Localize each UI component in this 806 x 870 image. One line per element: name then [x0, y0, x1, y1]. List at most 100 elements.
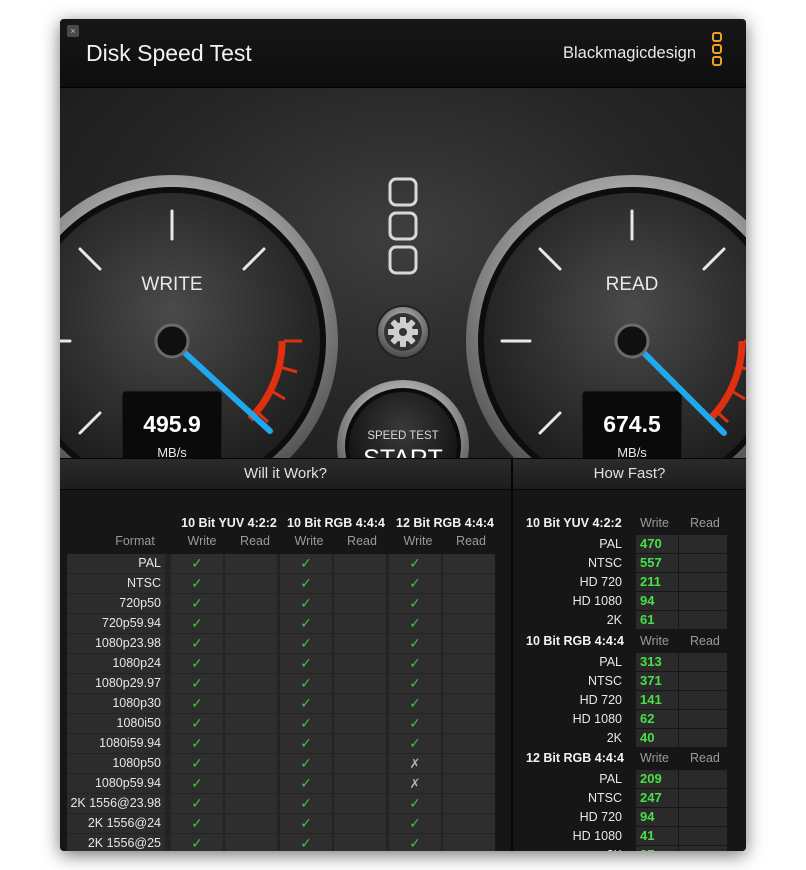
check-icon: ✓ [409, 735, 421, 751]
how-fast-row: HD 720 141 [526, 691, 736, 710]
result-cell: ✓ [389, 574, 441, 593]
read-gauge-label: READ [606, 274, 659, 295]
result-cell: ✓ [171, 774, 223, 793]
check-icon: ✓ [409, 575, 421, 591]
how-fast-read-value [679, 827, 727, 845]
table-row: 2K 1556@24 ✓ ✓ ✓ [67, 814, 495, 833]
app-window: × Disk Speed Test Blackmagicdesign WRITE… [60, 19, 746, 851]
result-cell: ✓ [280, 674, 332, 693]
check-icon: ✓ [191, 715, 203, 731]
result-cell: ✓ [171, 794, 223, 813]
how-fast-read-value [679, 592, 727, 610]
result-cell: ✓ [280, 834, 332, 851]
result-cell: ✓ [389, 634, 441, 653]
cross-icon: ✗ [409, 776, 421, 791]
result-cell: ✓ [389, 594, 441, 613]
result-cell [443, 754, 495, 773]
will-it-work-group-header: 12 Bit RGB 4:4:4 [396, 516, 494, 530]
result-cell: ✓ [171, 734, 223, 753]
blackmagic-logo-icon [712, 32, 722, 68]
table-row: NTSC ✓ ✓ ✓ [67, 574, 495, 593]
check-icon: ✓ [191, 615, 203, 631]
how-fast-read-header: Read [690, 751, 720, 765]
result-cell: ✓ [280, 574, 332, 593]
result-cell [225, 574, 277, 593]
result-cell: ✓ [280, 634, 332, 653]
how-fast-format-label: NTSC [587, 556, 622, 570]
table-row: 720p50 ✓ ✓ ✓ [67, 594, 495, 613]
check-icon: ✓ [300, 795, 312, 811]
result-cell [443, 794, 495, 813]
how-fast-write-value: 209 [636, 770, 678, 788]
result-cell [334, 614, 386, 633]
close-icon[interactable]: × [67, 25, 79, 37]
check-icon: ✓ [300, 595, 312, 611]
how-fast-group-header: 12 Bit RGB 4:4:4 [526, 751, 624, 765]
check-icon: ✓ [191, 655, 203, 671]
will-it-work-table: PAL ✓ ✓ ✓ NTSC ✓ ✓ ✓ 720p50 ✓ ✓ ✓ 720p59.94 ✓ ✓ ✓ 1080p2… [67, 554, 495, 851]
format-label: NTSC [67, 574, 165, 593]
check-icon: ✓ [300, 575, 312, 591]
result-cell: ✓ [280, 614, 332, 633]
check-icon: ✓ [300, 835, 312, 851]
result-cell: ✓ [171, 554, 223, 573]
how-fast-title: How Fast? [513, 459, 746, 490]
check-icon: ✓ [191, 675, 203, 691]
how-fast-format-label: 2K [526, 846, 622, 851]
result-cell: ✓ [280, 594, 332, 613]
will-it-work-group-header: 10 Bit YUV 4:2:2 [181, 516, 277, 530]
result-cell: ✓ [389, 814, 441, 833]
result-cell: ✓ [171, 594, 223, 613]
result-cell [225, 554, 277, 573]
result-cell: ✓ [171, 634, 223, 653]
check-icon: ✓ [300, 635, 312, 651]
check-icon: ✓ [409, 835, 421, 851]
result-cell [443, 574, 495, 593]
format-label: 2K 1556@24 [67, 814, 165, 833]
result-cell: ✓ [171, 654, 223, 673]
check-icon: ✓ [191, 815, 203, 831]
how-fast-row: HD 720 211 [526, 573, 736, 592]
result-cell [225, 734, 277, 753]
how-fast-format-label: HD 1080 [572, 712, 622, 726]
table-row: 2K 1556@23.98 ✓ ✓ ✓ [67, 794, 495, 813]
check-icon: ✓ [300, 615, 312, 631]
check-icon: ✓ [300, 775, 312, 791]
how-fast-read-value [679, 611, 727, 629]
settings-button[interactable] [376, 305, 430, 359]
how-fast-format-label: PAL [599, 537, 622, 551]
how-fast-write-value: 557 [636, 554, 678, 572]
how-fast-read-value [679, 672, 727, 690]
table-row: 1080p24 ✓ ✓ ✓ [67, 654, 495, 673]
how-fast-read-value [679, 691, 727, 709]
result-cell [443, 654, 495, 673]
panel-divider [511, 459, 513, 851]
how-fast-row: 2K 27 [526, 846, 736, 851]
result-cell [334, 814, 386, 833]
how-fast-row: HD 1080 94 [526, 592, 736, 611]
result-cell: ✓ [280, 774, 332, 793]
results-panel: Will it Work? How Fast? 10 Bit YUV 4:2:2… [60, 458, 746, 851]
result-cell [225, 694, 277, 713]
check-icon: ✓ [409, 595, 421, 611]
how-fast-row: PAL 470 [526, 535, 736, 554]
result-cell [225, 634, 277, 653]
how-fast-write-value: 41 [636, 827, 678, 845]
check-icon: ✓ [409, 795, 421, 811]
read-needle-hub [614, 323, 650, 359]
how-fast-row: PAL 313 [526, 653, 736, 672]
table-row: 1080p50 ✓ ✓ ✗ [67, 754, 495, 773]
will-it-work-group-header: 10 Bit RGB 4:4:4 [287, 516, 385, 530]
result-cell: ✓ [171, 614, 223, 633]
result-cell [334, 674, 386, 693]
check-icon: ✓ [409, 655, 421, 671]
read-speed-value: 674.5 [603, 411, 661, 437]
result-cell: ✓ [389, 734, 441, 753]
how-fast-write-value: 313 [636, 653, 678, 671]
result-cell [225, 794, 277, 813]
table-row: 1080p23.98 ✓ ✓ ✓ [67, 634, 495, 653]
format-label: 1080p23.98 [67, 634, 165, 653]
how-fast-format-label: HD 1080 [572, 829, 622, 843]
table-row: 1080i59.94 ✓ ✓ ✓ [67, 734, 495, 753]
result-cell [225, 814, 277, 833]
